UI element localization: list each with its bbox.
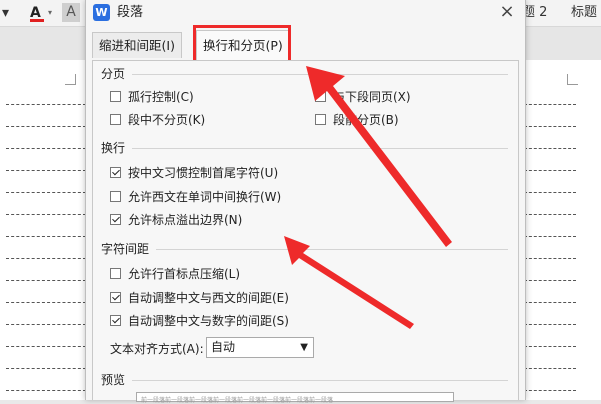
annotation-arrow-to-tab xyxy=(306,66,452,247)
annotation-arrow-to-checkbox xyxy=(284,236,414,329)
annotation-arrows xyxy=(284,66,452,329)
